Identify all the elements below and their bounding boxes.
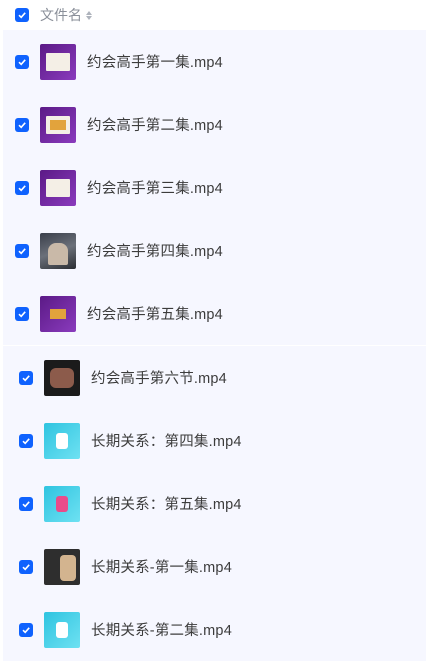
video-thumbnail[interactable] <box>44 548 80 585</box>
row-checkbox[interactable] <box>15 54 29 69</box>
video-thumbnail[interactable] <box>44 611 80 648</box>
video-thumbnail[interactable] <box>40 43 76 80</box>
file-name[interactable]: 约会高手第五集.mp4 <box>87 303 223 324</box>
file-name[interactable]: 长期关系：第四集.mp4 <box>91 430 242 451</box>
file-row[interactable]: 约会高手第六节.mp4 <box>3 346 426 409</box>
file-name[interactable]: 约会高手第二集.mp4 <box>87 114 223 135</box>
row-checkbox[interactable] <box>19 559 33 574</box>
file-name[interactable]: 约会高手第六节.mp4 <box>91 367 227 388</box>
row-checkbox[interactable] <box>15 306 29 321</box>
file-row[interactable]: 长期关系-第二集.mp4 <box>3 598 426 661</box>
file-row[interactable]: 约会高手第四集.mp4 <box>3 219 426 282</box>
video-thumbnail[interactable] <box>40 106 76 143</box>
video-thumbnail[interactable] <box>44 422 80 459</box>
row-checkbox[interactable] <box>19 370 33 385</box>
row-checkbox[interactable] <box>15 180 29 195</box>
select-all-checkbox[interactable] <box>15 8 29 22</box>
file-list-header: 文件名 <box>0 0 426 30</box>
file-name[interactable]: 约会高手第一集.mp4 <box>87 51 223 72</box>
file-name[interactable]: 长期关系-第二集.mp4 <box>91 619 232 640</box>
file-name[interactable]: 约会高手第四集.mp4 <box>87 240 223 261</box>
file-name[interactable]: 长期关系-第一集.mp4 <box>91 556 232 577</box>
video-thumbnail[interactable] <box>40 295 76 332</box>
file-row[interactable]: 约会高手第三集.mp4 <box>3 156 426 219</box>
file-row[interactable]: 约会高手第二集.mp4 <box>3 93 426 156</box>
row-checkbox[interactable] <box>19 496 33 511</box>
file-row[interactable]: 约会高手第五集.mp4 <box>3 282 426 345</box>
sort-icon[interactable] <box>86 10 92 20</box>
file-name[interactable]: 约会高手第三集.mp4 <box>87 177 223 198</box>
row-checkbox[interactable] <box>19 622 33 637</box>
file-row[interactable]: 长期关系：第五集.mp4 <box>3 472 426 535</box>
file-row[interactable]: 长期关系：第四集.mp4 <box>3 409 426 472</box>
file-row[interactable]: 约会高手第一集.mp4 <box>3 30 426 93</box>
row-checkbox[interactable] <box>15 117 29 132</box>
row-checkbox[interactable] <box>15 243 29 258</box>
column-header-filename[interactable]: 文件名 <box>40 5 82 25</box>
file-name[interactable]: 长期关系：第五集.mp4 <box>91 493 242 514</box>
row-checkbox[interactable] <box>19 433 33 448</box>
file-row[interactable]: 长期关系-第一集.mp4 <box>3 535 426 598</box>
file-group: 约会高手第一集.mp4 约会高手第二集.mp4 约会高手第三集.mp4 约会高手… <box>3 30 426 345</box>
video-thumbnail[interactable] <box>40 232 76 269</box>
video-thumbnail[interactable] <box>44 485 80 522</box>
video-thumbnail[interactable] <box>40 169 76 206</box>
video-thumbnail[interactable] <box>44 359 80 396</box>
file-group: 约会高手第六节.mp4 长期关系：第四集.mp4 长期关系：第五集.mp4 长期… <box>3 345 426 661</box>
